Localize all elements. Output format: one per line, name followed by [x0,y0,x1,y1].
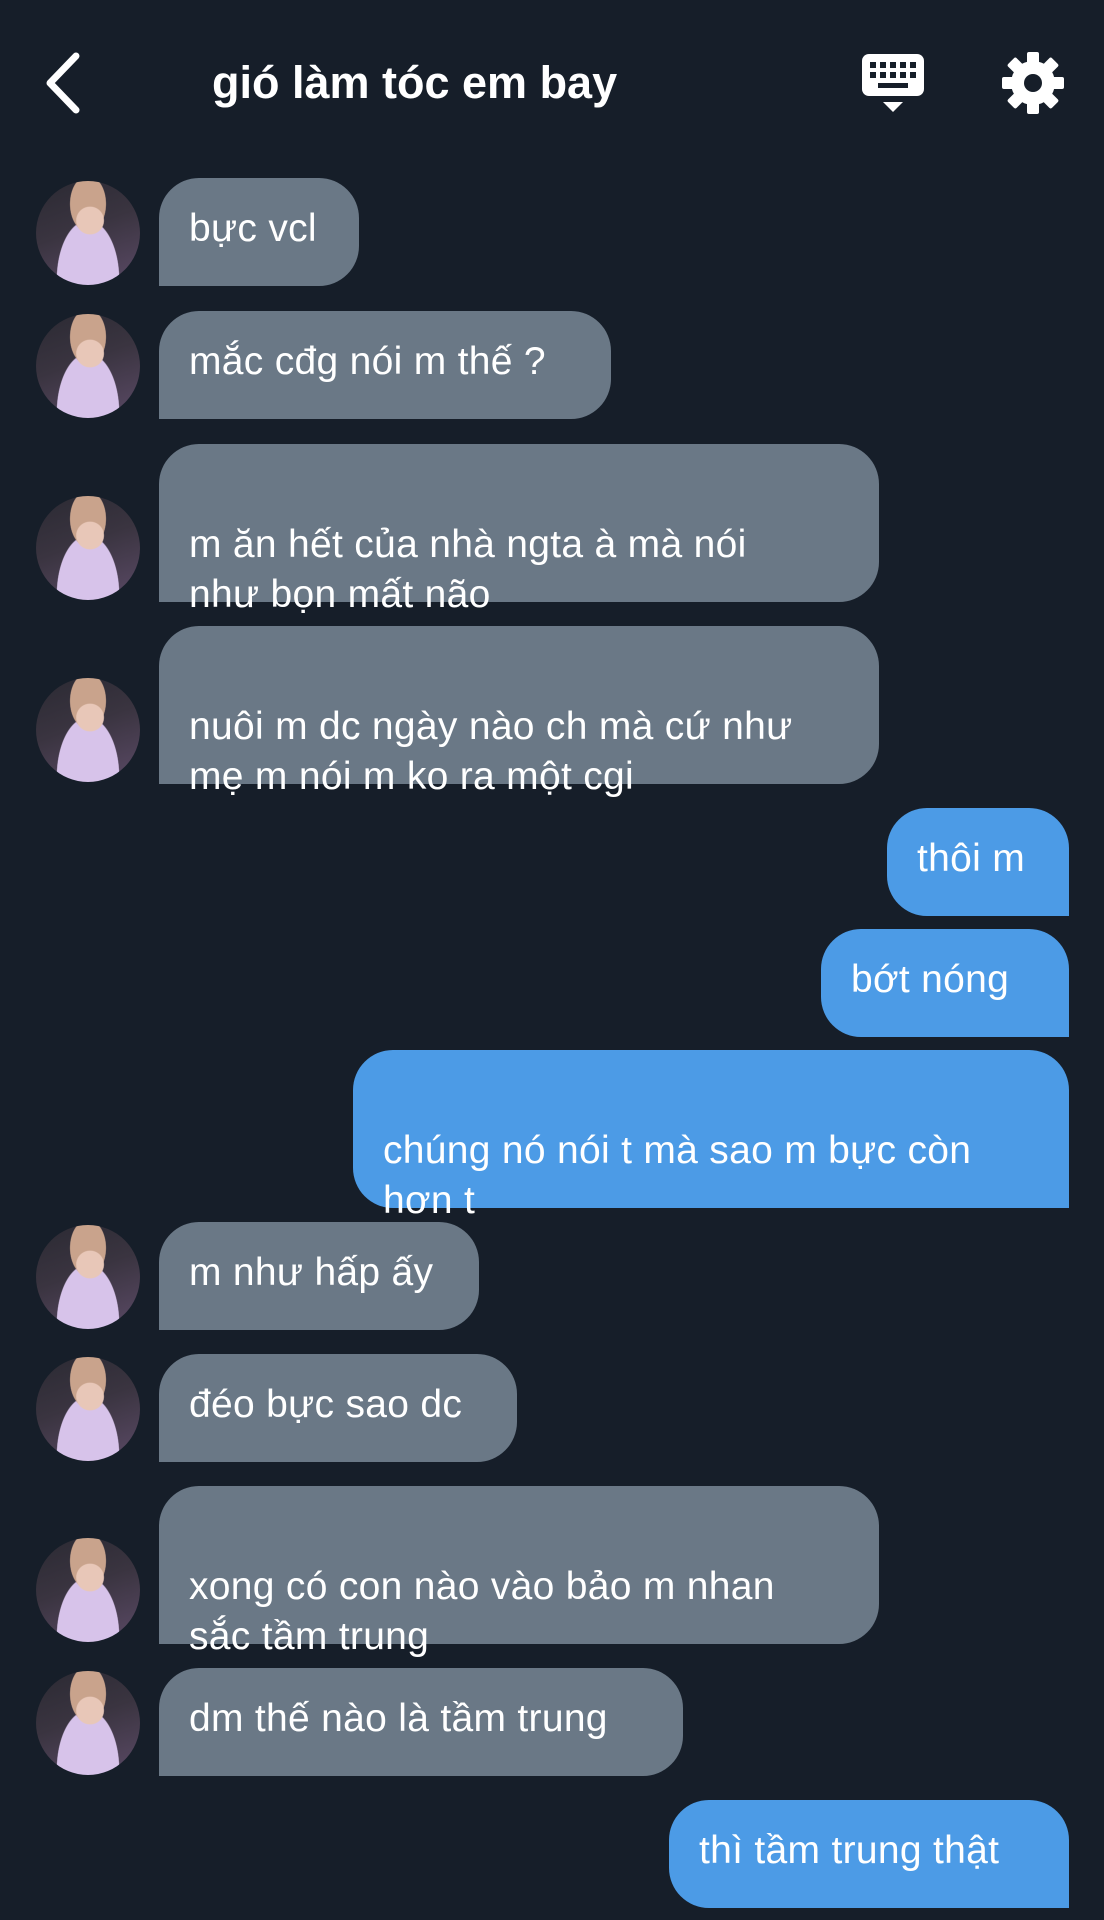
message-bubble-incoming[interactable]: đéo bực sao dc [159,1354,517,1462]
contact-avatar[interactable] [36,496,140,600]
message-bubble-incoming[interactable]: dm thế nào là tầm trung [159,1668,683,1776]
message-row-outgoing: thôi m [0,808,1104,918]
message-row-outgoing: thì tầm trung thật [0,1800,1104,1910]
message-text: đéo bực sao dc [189,1383,463,1426]
contact-avatar[interactable] [36,314,140,418]
message-row-incoming: xong có con nào vào bảo m nhan sắc tầm t… [0,1486,1104,1658]
message-list[interactable]: bực vcl mắc cđg nói m thế ? m ăn hết của… [0,0,1104,1920]
message-bubble-incoming[interactable]: nuôi m dc ngày nào ch mà cứ như mẹ m nói… [159,626,879,798]
message-row-outgoing: bớt nóng [0,929,1104,1039]
message-bubble-incoming[interactable]: mắc cđg nói m thế ? [159,311,611,419]
message-bubble-outgoing[interactable]: chúng nó nói t mà sao m bực còn hơn t [353,1050,1069,1222]
message-bubble-incoming[interactable]: m như hấp ấy [159,1222,479,1330]
message-text: mắc cđg nói m thế ? [189,340,546,383]
message-text: dm thế nào là tầm trung [189,1697,608,1740]
message-text: m ăn hết của nhà ngta à mà nói như bọn m… [189,523,747,616]
message-bubble-incoming[interactable]: xong có con nào vào bảo m nhan sắc tầm t… [159,1486,879,1658]
message-row-outgoing: chúng nó nói t mà sao m bực còn hơn t [0,1050,1104,1222]
contact-avatar[interactable] [36,1538,140,1642]
message-row-incoming: mắc cđg nói m thế ? [0,311,1104,421]
message-row-incoming: bực vcl [0,178,1104,288]
message-text: thì tầm trung thật [699,1829,1000,1872]
message-text: xong có con nào vào bảo m nhan sắc tầm t… [189,1565,775,1658]
message-bubble-outgoing[interactable]: thôi m [887,808,1069,916]
contact-avatar[interactable] [36,678,140,782]
message-text: m như hấp ấy [189,1251,434,1294]
message-bubble-incoming[interactable]: m ăn hết của nhà ngta à mà nói như bọn m… [159,444,879,616]
contact-avatar[interactable] [36,181,140,285]
message-row-incoming: nuôi m dc ngày nào ch mà cứ như mẹ m nói… [0,626,1104,798]
contact-avatar[interactable] [36,1357,140,1461]
message-row-incoming: dm thế nào là tầm trung [0,1668,1104,1778]
message-text: bớt nóng [851,958,1010,1001]
message-text: thôi m [917,837,1026,880]
message-row-incoming: m ăn hết của nhà ngta à mà nói như bọn m… [0,444,1104,616]
message-bubble-outgoing[interactable]: thì tầm trung thật [669,1800,1069,1908]
message-row-incoming: m như hấp ấy [0,1222,1104,1332]
message-bubble-outgoing[interactable]: bớt nóng [821,929,1069,1037]
message-text: bực vcl [189,207,317,250]
contact-avatar[interactable] [36,1225,140,1329]
message-text: chúng nó nói t mà sao m bực còn hơn t [383,1129,972,1222]
message-bubble-incoming[interactable]: bực vcl [159,178,359,286]
contact-avatar[interactable] [36,1671,140,1775]
message-text: nuôi m dc ngày nào ch mà cứ như mẹ m nói… [189,705,793,798]
message-row-incoming: đéo bực sao dc [0,1354,1104,1464]
